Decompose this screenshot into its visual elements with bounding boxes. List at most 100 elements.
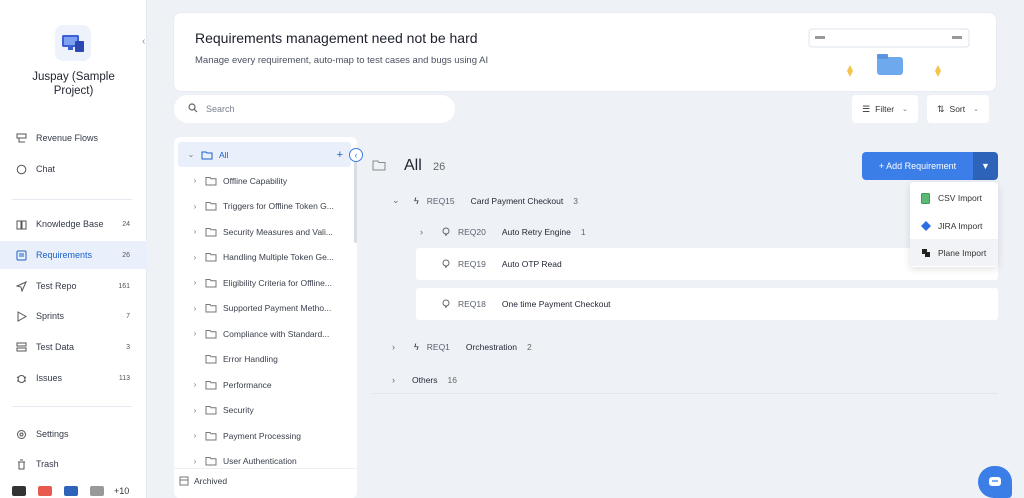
nav-count: 24 [122, 220, 130, 228]
integration-icon[interactable] [12, 486, 26, 496]
lightning-icon: ϟ [414, 342, 419, 352]
requirements-icon [15, 249, 27, 261]
nav-label: Test Data [36, 342, 75, 352]
requirement-count: 3 [573, 195, 578, 206]
requirement-title: Auto OTP Read [501, 259, 562, 269]
tree-item-archived[interactable]: Archived [174, 468, 352, 493]
search-input[interactable]: Search [174, 95, 455, 123]
tree-item-folder[interactable]: Error Handling [174, 347, 352, 372]
folder-icon [205, 201, 217, 211]
requirement-row-req20[interactable]: › REQ20 Auto Retry Engine 1 [420, 227, 586, 237]
filter-label: Filter [875, 104, 895, 114]
menu-item-plane-import[interactable]: Plane Import [910, 239, 998, 266]
bug-icon [15, 372, 27, 384]
book-icon [15, 218, 27, 230]
nav-label: Requirements [36, 250, 93, 260]
tree-item-folder[interactable]: › Payment Processing [174, 423, 352, 448]
chat-support-button[interactable] [978, 466, 1012, 498]
requirement-count: 2 [526, 342, 532, 352]
tree-item-folder[interactable]: › Security [174, 398, 352, 423]
filter-button[interactable]: ☰ Filter ⌄ [852, 95, 918, 123]
caret-down-icon: ▼ [981, 161, 990, 171]
requirement-count: 1 [580, 227, 586, 237]
import-dropdown-button[interactable]: ▼ [973, 152, 998, 180]
bulb-icon [442, 259, 450, 269]
requirement-id: REQ19 [458, 259, 486, 269]
menu-item-label: JIRA Import [938, 220, 983, 231]
requirement-title: Auto Retry Engine [501, 227, 571, 237]
tree-item-label: Handling Multiple Token Ge... [223, 252, 334, 262]
nav-requirements[interactable]: Requirements 26 [0, 241, 147, 269]
integrations-bar: +10 [0, 484, 147, 498]
tree-item-label: Performance [223, 379, 272, 390]
nav-test-data[interactable]: Test Data 3 [0, 333, 147, 361]
database-icon [15, 341, 27, 353]
divider [372, 393, 998, 394]
requirement-card-req18[interactable]: REQ18 One time Payment Checkout [416, 288, 998, 320]
others-label: Others [412, 375, 438, 385]
integration-icon[interactable] [38, 486, 52, 496]
menu-item-jira-import[interactable]: JIRA Import [910, 212, 998, 239]
project-logo[interactable] [55, 25, 91, 61]
nav-test-repo[interactable]: Test Repo 161 [0, 272, 147, 300]
tree-item-folder[interactable]: › Performance [174, 372, 352, 397]
chevron-right-icon: › [193, 456, 197, 466]
menu-item-csv-import[interactable]: CSV Import [910, 184, 998, 211]
nav-issues[interactable]: Issues 113 [0, 364, 147, 392]
nav-knowledge-base[interactable]: Knowledge Base 24 [0, 210, 147, 238]
folder-icon [205, 176, 217, 186]
sidebar: Juspay (Sample Project) ‹ Revenue Flows … [0, 0, 147, 498]
requirement-row-req1[interactable]: › ϟ REQ1 Orchestration 2 [392, 342, 532, 352]
page-title: All [404, 157, 422, 174]
nav-revenue-flows[interactable]: Revenue Flows [0, 124, 147, 152]
others-group-row[interactable]: › Others 16 [392, 375, 457, 385]
nav-trash[interactable]: Trash [0, 450, 147, 478]
tree-item-label: Eligibility Criteria for Offline... [223, 277, 332, 288]
tree-item-folder[interactable]: › Offline Capability [174, 168, 352, 193]
tree-item-folder[interactable]: › Eligibility Criteria for Offline... [174, 270, 352, 295]
more-integrations-count[interactable]: +10 [114, 486, 129, 496]
tree-item-all[interactable]: ⌄ All + [178, 142, 351, 167]
add-requirement-button[interactable]: + Add Requirement [862, 152, 973, 180]
requirement-title: One time Payment Checkout [501, 299, 611, 309]
banner-subtitle: Manage every requirement, auto-map to te… [195, 55, 489, 66]
folder-tree: ⌄ All + › Offline Capability › Triggers for… [174, 137, 357, 498]
nav-chat[interactable]: Chat [0, 155, 147, 183]
tree-item-label: Supported Payment Metho... [223, 303, 332, 313]
integration-icon[interactable] [90, 486, 104, 496]
trash-icon [15, 458, 27, 470]
requirement-id: REQ20 [458, 227, 486, 237]
search-placeholder: Search [206, 104, 235, 114]
sort-button[interactable]: ⇅ Sort ⌄ [927, 95, 989, 123]
chevron-right-icon: › [392, 375, 395, 385]
chevron-down-icon: ⌄ [902, 106, 908, 113]
requirement-id: REQ15 [426, 195, 455, 206]
add-folder-icon[interactable]: + [337, 149, 343, 161]
tree-item-label: Security [223, 405, 254, 415]
archive-icon [179, 476, 189, 486]
gear-icon [15, 428, 27, 440]
tree-item-folder[interactable]: › Supported Payment Metho... [174, 296, 352, 321]
tree-item-label: Archived [194, 475, 228, 486]
banner-title: Requirements management need not be hard [195, 30, 478, 46]
plane-icon [921, 248, 931, 258]
tree-item-folder[interactable]: › Compliance with Standard... [174, 321, 352, 346]
tree-scrollbar[interactable] [354, 148, 357, 243]
folder-icon [205, 303, 217, 313]
tree-item-label: Offline Capability [223, 175, 288, 186]
chevron-right-icon: › [392, 342, 395, 352]
nav-sprints[interactable]: Sprints 7 [0, 302, 147, 330]
integration-icon[interactable] [64, 486, 78, 496]
requirement-row-req15[interactable]: ⌄ ϟ REQ15 Card Payment Checkout 3 [392, 195, 578, 206]
nav-label: Revenue Flows [36, 133, 99, 143]
tree-item-folder[interactable]: › Handling Multiple Token Ge... [174, 245, 352, 270]
chevron-right-icon: › [193, 252, 197, 262]
collapse-sidebar-icon[interactable]: ‹ [142, 36, 145, 47]
folder-icon [205, 405, 217, 415]
chevron-right-icon: › [420, 227, 423, 237]
chevron-right-icon: › [193, 278, 197, 287]
tree-item-folder[interactable]: › Triggers for Offline Token G... [174, 194, 352, 219]
nav-settings[interactable]: Settings [0, 420, 147, 448]
chevron-right-icon: › [193, 329, 197, 338]
tree-item-folder[interactable]: › Security Measures and Vali... [174, 219, 352, 244]
